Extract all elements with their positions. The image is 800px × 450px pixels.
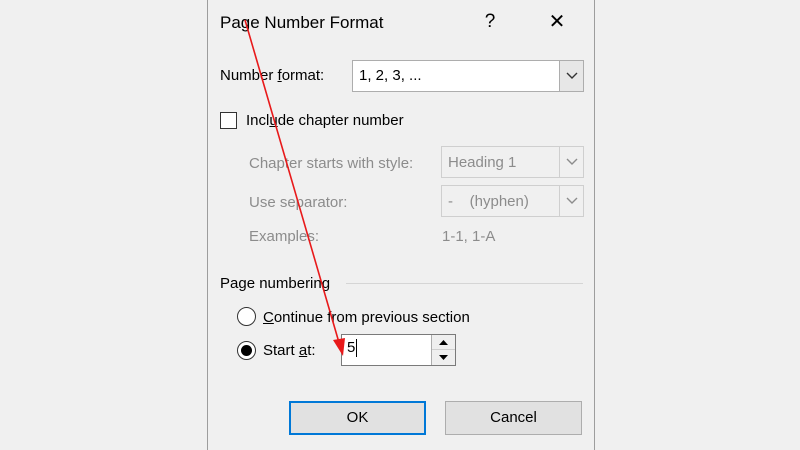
annotation-arrow: [244, 19, 345, 356]
arrow-head-icon: [333, 338, 345, 356]
arrow-line: [244, 19, 341, 347]
